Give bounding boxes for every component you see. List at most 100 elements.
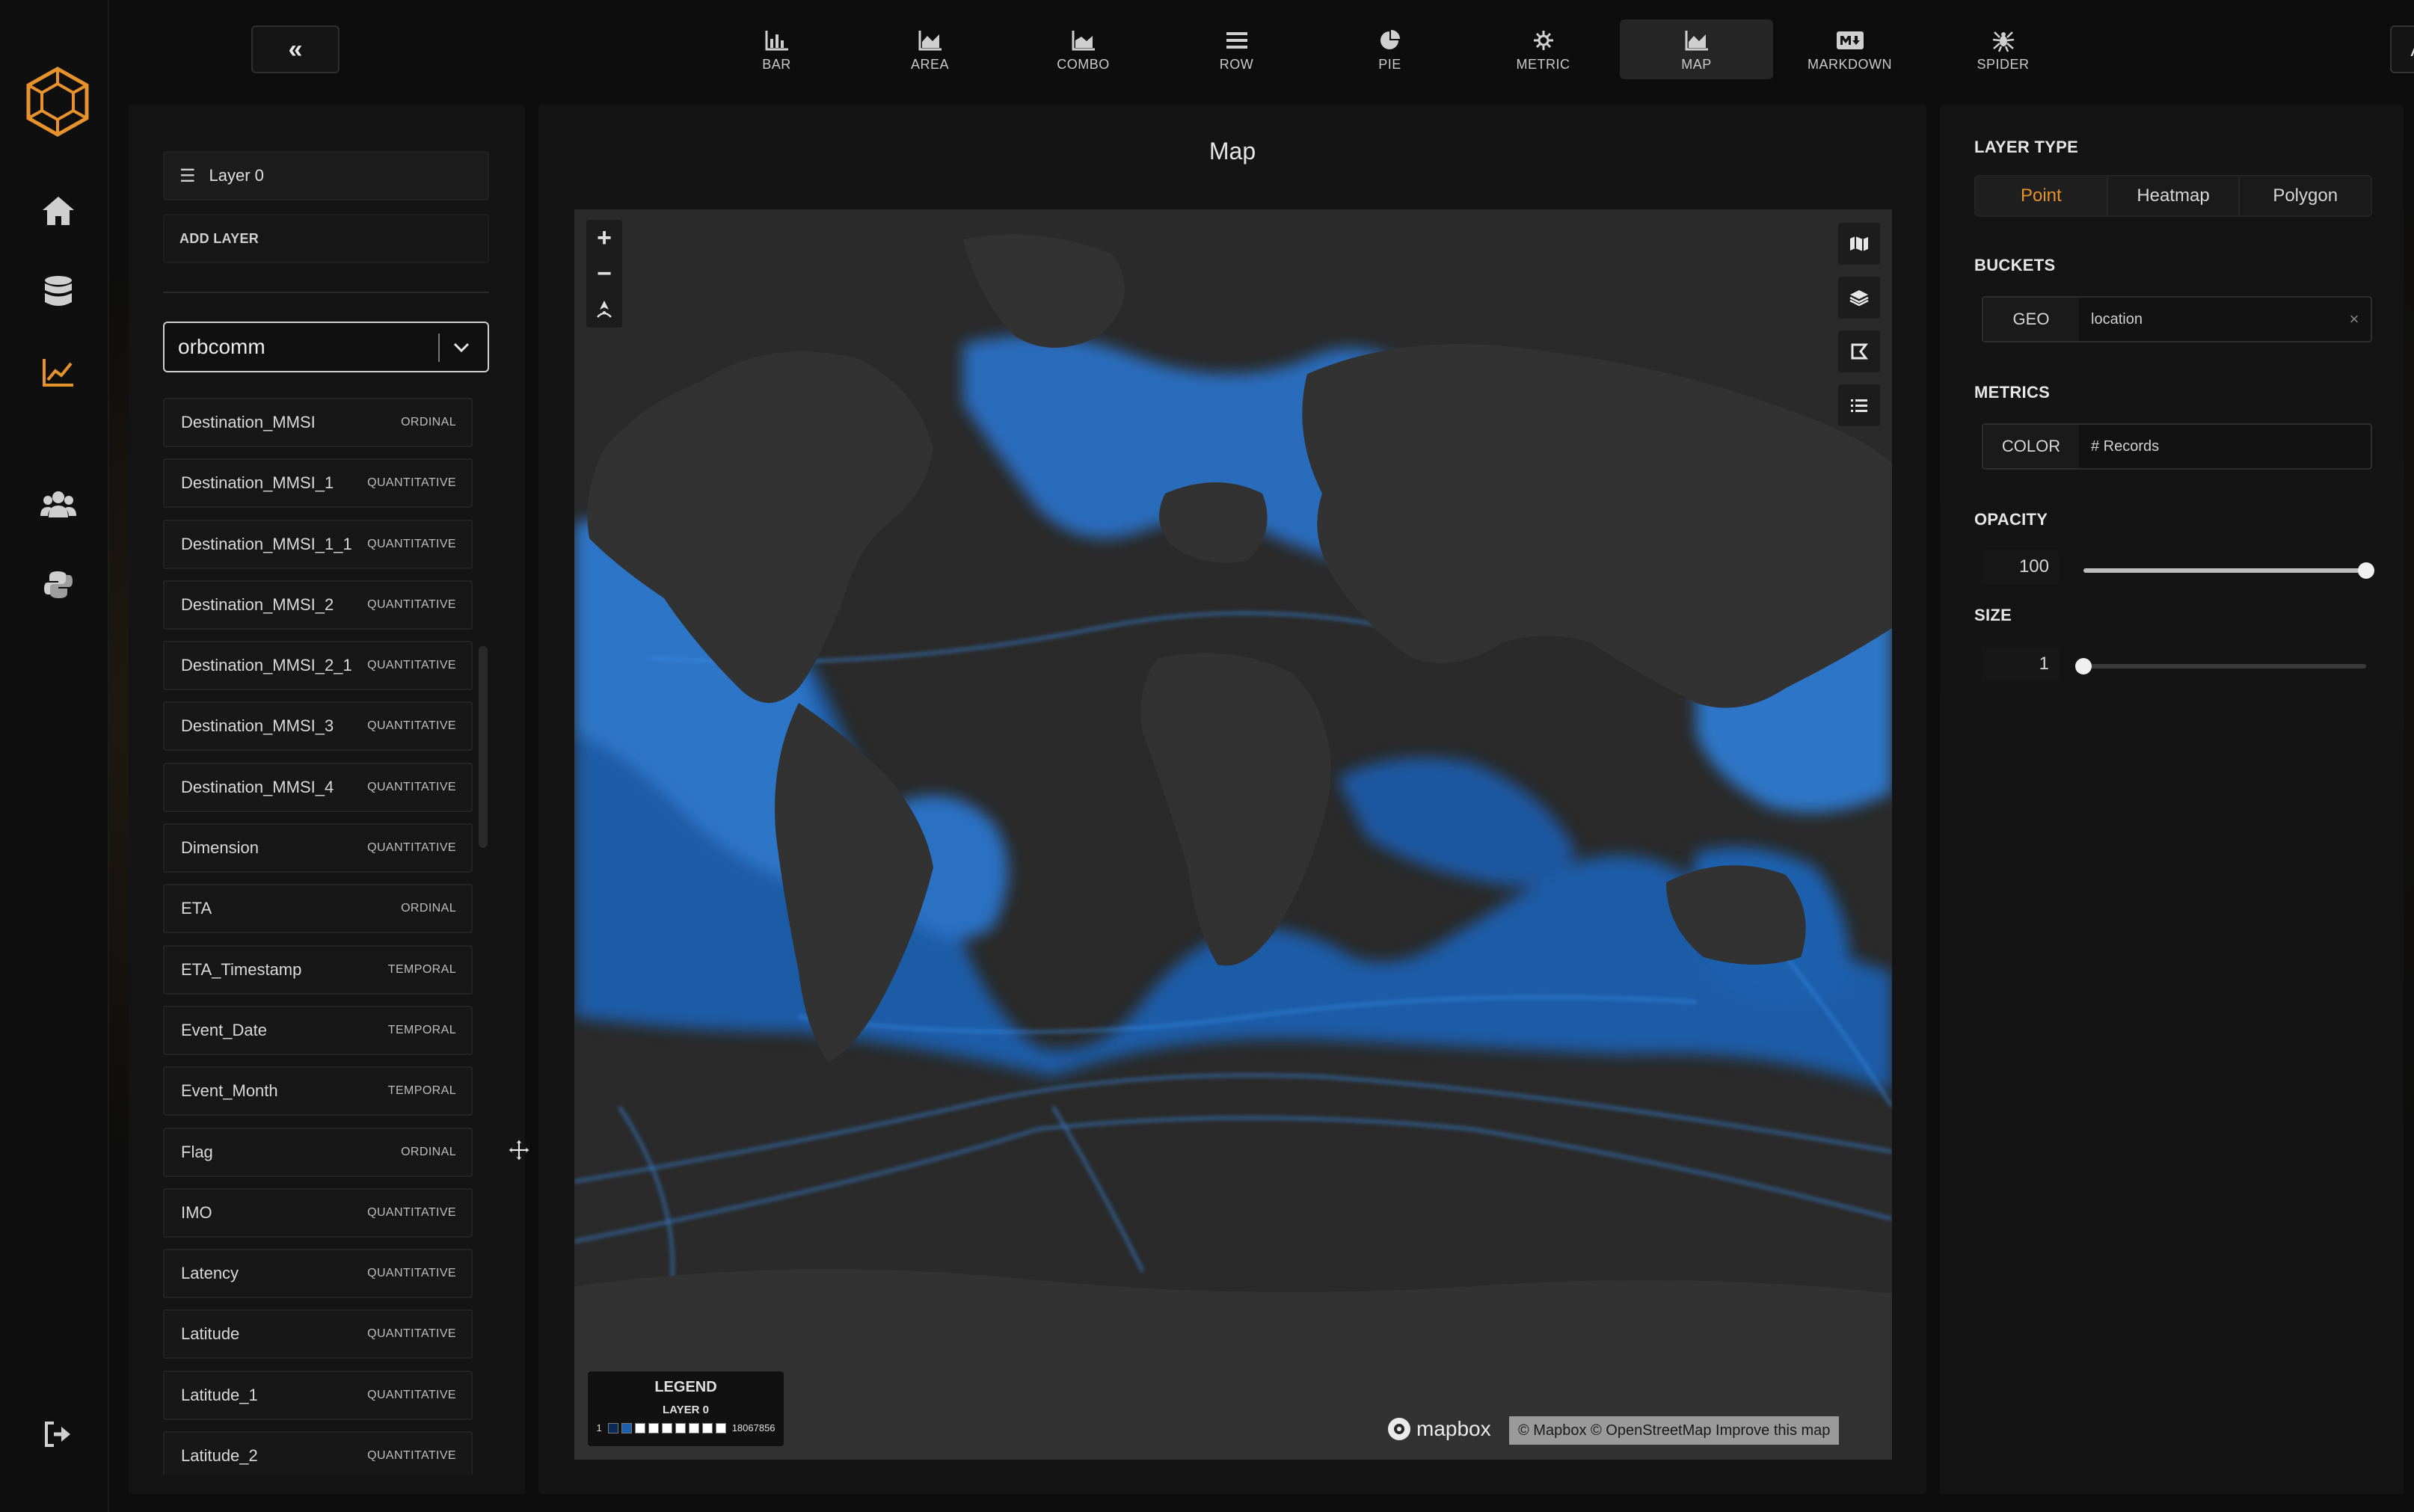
dataset-select[interactable]: orbcomm [163, 322, 489, 372]
remove-bucket-button[interactable]: × [2338, 310, 2371, 329]
field-item[interactable]: Event_Date TEMPORAL [163, 1005, 473, 1055]
field-name: Event_Date [181, 1020, 267, 1039]
config-panel: LAYER TYPE Point Heatmap Polygon BUCKETS… [1940, 105, 2404, 1494]
opacity-input[interactable]: 100 [1982, 550, 2060, 584]
markdown-icon [1836, 27, 1864, 54]
field-item[interactable]: Latitude QUANTITATIVE [163, 1309, 473, 1359]
menu-icon[interactable]: ☰ [179, 165, 196, 187]
spider-chart-icon [1991, 27, 2015, 54]
field-type: QUANTITATIVE [367, 537, 456, 550]
bucket-value: location [2091, 310, 2143, 328]
compass-icon[interactable] [586, 292, 622, 328]
map-attribution[interactable]: © Mapbox © OpenStreetMap Improve this ma… [1509, 1416, 1840, 1445]
row-chart-icon [1226, 27, 1248, 54]
dataset-select-value: orbcomm [178, 335, 265, 358]
layers-icon[interactable] [1838, 277, 1880, 319]
home-icon[interactable] [30, 188, 87, 233]
world-map [574, 209, 1892, 1460]
database-icon[interactable] [30, 269, 87, 314]
field-item[interactable]: Dimension QUANTITATIVE [163, 823, 473, 873]
field-item[interactable]: Latency QUANTITATIVE [163, 1249, 473, 1299]
buckets-heading: BUCKETS [1974, 256, 2056, 274]
field-item[interactable]: ETA_Timestamp TEMPORAL [163, 944, 473, 995]
chart-type-area[interactable]: AREA [853, 19, 1007, 79]
python-icon[interactable] [30, 562, 87, 607]
chevron-down-icon[interactable] [449, 335, 474, 360]
apply-button[interactable]: APPLY [2390, 25, 2414, 73]
chart-icon[interactable] [30, 350, 87, 395]
field-name: Destination_MMSI [181, 413, 316, 431]
field-type: QUANTITATIVE [367, 659, 456, 672]
field-name: Latitude_2 [181, 1446, 258, 1466]
chart-type-metric[interactable]: METRIC [1466, 19, 1620, 79]
app-logo-icon[interactable] [24, 66, 91, 138]
map-canvas[interactable]: + − LEGEND LAYER 0 1 18067856 mapbox © M… [574, 209, 1892, 1460]
field-item[interactable]: Destination_MMSI_1_1 QUANTITATIVE [163, 519, 473, 569]
select-separator [438, 334, 440, 362]
users-icon[interactable] [30, 482, 87, 526]
legend-max: 18067856 [731, 1422, 776, 1433]
opacity-slider-fill [2083, 568, 2366, 573]
layer-type-heading: LAYER TYPE [1974, 138, 2079, 156]
chart-type-spider[interactable]: SPIDER [1926, 19, 2080, 79]
field-item[interactable]: Destination_MMSI_2_1 QUANTITATIVE [163, 641, 473, 691]
chart-type-label: MARKDOWN [1808, 56, 1892, 72]
field-item[interactable]: Destination_MMSI_2 QUANTITATIVE [163, 580, 473, 630]
chart-type-map[interactable]: MAP [1620, 19, 1773, 79]
size-slider-handle[interactable] [2075, 658, 2092, 674]
opacity-slider-handle[interactable] [2358, 562, 2374, 579]
field-list: Destination_MMSI ORDINAL Destination_MMSI… [163, 398, 473, 1475]
field-type: QUANTITATIVE [367, 597, 456, 611]
field-item[interactable]: ETA ORDINAL [163, 884, 473, 934]
opacity-heading: OPACITY [1974, 510, 2048, 529]
chart-type-pie[interactable]: PIE [1313, 19, 1466, 79]
map-style-icon[interactable] [1838, 223, 1880, 265]
legend-swatch [607, 1422, 618, 1433]
field-item[interactable]: IMO QUANTITATIVE [163, 1187, 473, 1238]
field-item[interactable]: Destination_MMSI ORDINAL [163, 398, 473, 447]
field-list-scrollbar[interactable] [479, 646, 488, 848]
field-name: Latitude_1 [181, 1385, 258, 1404]
field-item[interactable]: Destination_MMSI_3 QUANTITATIVE [163, 701, 473, 752]
opacity-slider[interactable] [2083, 562, 2374, 579]
chart-type-bar[interactable]: BAR [700, 19, 853, 79]
field-name: Destination_MMSI_1_1 [181, 534, 352, 553]
layer-type-polygon[interactable]: Polygon [2238, 176, 2371, 215]
metric-row[interactable]: COLOR # Records [1982, 423, 2372, 470]
zoom-in-button[interactable]: + [586, 220, 622, 256]
layer-item[interactable]: ☰ Layer 0 [163, 151, 489, 200]
chart-type-row[interactable]: ROW [1160, 19, 1313, 79]
select-region-icon[interactable] [1838, 331, 1880, 372]
chart-type-combo[interactable]: COMBO [1007, 19, 1160, 79]
field-item[interactable]: Event_Month TEMPORAL [163, 1066, 473, 1116]
chart-type-label: AREA [910, 56, 950, 72]
mapbox-logo[interactable]: mapbox [1386, 1416, 1491, 1442]
chart-type-toolbar: « BAR AREA COMBO ROW PIE METRIC MAP MARK… [109, 0, 2414, 93]
legend-scale: 1 18067856 [588, 1422, 784, 1433]
size-slider[interactable] [2075, 658, 2366, 674]
field-name: Latency [181, 1264, 239, 1283]
field-item[interactable]: Flag ORDINAL [163, 1127, 473, 1177]
field-type: QUANTITATIVE [367, 1267, 456, 1280]
layer-type-selector: Point Heatmap Polygon [1974, 175, 2372, 217]
legend-swatch [621, 1422, 632, 1433]
zoom-out-button[interactable]: − [586, 256, 622, 292]
move-cursor-icon [507, 1138, 531, 1162]
field-item[interactable]: Destination_MMSI_4 QUANTITATIVE [163, 762, 473, 812]
chart-type-markdown[interactable]: MARKDOWN [1773, 19, 1926, 79]
add-layer-button[interactable]: ADD LAYER [163, 214, 489, 263]
chart-type-label: COMBO [1057, 56, 1110, 72]
chart-type-label: ROW [1219, 56, 1254, 72]
collapse-panel-button[interactable]: « [251, 25, 340, 73]
logout-icon[interactable] [30, 1412, 87, 1457]
mapbox-logo-text: mapbox [1416, 1417, 1491, 1440]
field-item[interactable]: Latitude_2 QUANTITATIVE [163, 1431, 473, 1475]
legend-list-icon[interactable] [1838, 384, 1880, 426]
field-item[interactable]: Destination_MMSI_1 QUANTITATIVE [163, 458, 473, 508]
layer-type-heatmap[interactable]: Heatmap [2106, 176, 2239, 215]
size-input[interactable]: 1 [1982, 647, 2060, 681]
chart-title: Map [1208, 138, 1256, 165]
bucket-row[interactable]: GEO location × [1982, 296, 2372, 342]
field-item[interactable]: Latitude_1 QUANTITATIVE [163, 1370, 473, 1420]
layer-type-point[interactable]: Point [1976, 176, 2107, 215]
